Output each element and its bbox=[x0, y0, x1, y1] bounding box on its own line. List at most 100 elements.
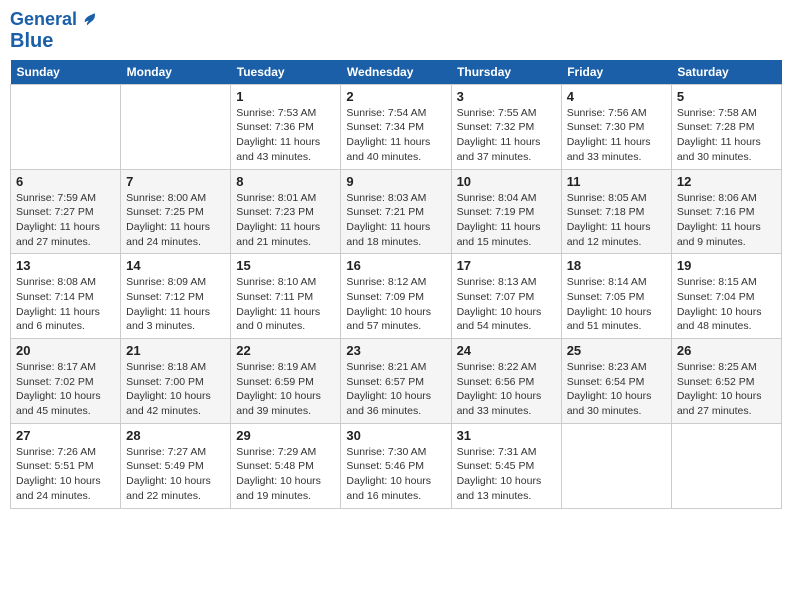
calendar-cell: 30 Sunrise: 7:30 AMSunset: 5:46 PMDayligh… bbox=[341, 423, 451, 508]
day-info: Sunrise: 8:04 AMSunset: 7:19 PMDaylight:… bbox=[457, 191, 556, 250]
day-number: 22 bbox=[236, 343, 335, 358]
day-info: Sunrise: 8:15 AMSunset: 7:04 PMDaylight:… bbox=[677, 275, 776, 334]
day-number: 10 bbox=[457, 174, 556, 189]
logo-blue-text: Blue bbox=[10, 30, 53, 52]
calendar-cell: 22 Sunrise: 8:19 AMSunset: 6:59 PMDayligh… bbox=[231, 339, 341, 424]
day-info: Sunrise: 7:27 AMSunset: 5:49 PMDaylight:… bbox=[126, 445, 225, 504]
day-info: Sunrise: 8:13 AMSunset: 7:07 PMDaylight:… bbox=[457, 275, 556, 334]
logo-text: General bbox=[10, 10, 77, 30]
day-info: Sunrise: 8:18 AMSunset: 7:00 PMDaylight:… bbox=[126, 360, 225, 419]
day-info: Sunrise: 7:59 AMSunset: 7:27 PMDaylight:… bbox=[16, 191, 115, 250]
calendar-cell: 25 Sunrise: 8:23 AMSunset: 6:54 PMDayligh… bbox=[561, 339, 671, 424]
calendar-cell: 16 Sunrise: 8:12 AMSunset: 7:09 PMDayligh… bbox=[341, 254, 451, 339]
day-info: Sunrise: 8:10 AMSunset: 7:11 PMDaylight:… bbox=[236, 275, 335, 334]
day-number: 26 bbox=[677, 343, 776, 358]
day-number: 16 bbox=[346, 258, 445, 273]
calendar-cell: 6 Sunrise: 7:59 AMSunset: 7:27 PMDaylight… bbox=[11, 169, 121, 254]
calendar-cell: 4 Sunrise: 7:56 AMSunset: 7:30 PMDaylight… bbox=[561, 84, 671, 169]
calendar-cell: 28 Sunrise: 7:27 AMSunset: 5:49 PMDayligh… bbox=[121, 423, 231, 508]
day-number: 13 bbox=[16, 258, 115, 273]
calendar-cell: 19 Sunrise: 8:15 AMSunset: 7:04 PMDayligh… bbox=[671, 254, 781, 339]
calendar-cell: 31Sunrise: 7:31 AMSunset: 5:45 PMDayligh… bbox=[451, 423, 561, 508]
day-number: 7 bbox=[126, 174, 225, 189]
calendar-cell: 15 Sunrise: 8:10 AMSunset: 7:11 PMDayligh… bbox=[231, 254, 341, 339]
day-number: 30 bbox=[346, 428, 445, 443]
day-info: Sunrise: 7:53 AMSunset: 7:36 PMDaylight:… bbox=[236, 106, 335, 165]
calendar-cell: 12Sunrise: 8:06 AMSunset: 7:16 PMDayligh… bbox=[671, 169, 781, 254]
calendar-cell: 27Sunrise: 7:26 AMSunset: 5:51 PMDayligh… bbox=[11, 423, 121, 508]
logo-bird-icon bbox=[79, 11, 97, 29]
day-info: Sunrise: 8:00 AMSunset: 7:25 PMDaylight:… bbox=[126, 191, 225, 250]
calendar-cell bbox=[671, 423, 781, 508]
day-number: 1 bbox=[236, 89, 335, 104]
calendar-cell: 3 Sunrise: 7:55 AMSunset: 7:32 PMDaylight… bbox=[451, 84, 561, 169]
weekday-header-wednesday: Wednesday bbox=[341, 60, 451, 85]
weekday-header-monday: Monday bbox=[121, 60, 231, 85]
day-info: Sunrise: 8:01 AMSunset: 7:23 PMDaylight:… bbox=[236, 191, 335, 250]
day-number: 3 bbox=[457, 89, 556, 104]
day-number: 31 bbox=[457, 428, 556, 443]
day-info: Sunrise: 8:14 AMSunset: 7:05 PMDaylight:… bbox=[567, 275, 666, 334]
day-number: 23 bbox=[346, 343, 445, 358]
day-info: Sunrise: 8:03 AMSunset: 7:21 PMDaylight:… bbox=[346, 191, 445, 250]
weekday-header-sunday: Sunday bbox=[11, 60, 121, 85]
day-number: 18 bbox=[567, 258, 666, 273]
calendar-cell: 21 Sunrise: 8:18 AMSunset: 7:00 PMDayligh… bbox=[121, 339, 231, 424]
calendar-cell: 26 Sunrise: 8:25 AMSunset: 6:52 PMDayligh… bbox=[671, 339, 781, 424]
calendar-cell: 5 Sunrise: 7:58 AMSunset: 7:28 PMDaylight… bbox=[671, 84, 781, 169]
day-number: 15 bbox=[236, 258, 335, 273]
day-info: Sunrise: 8:19 AMSunset: 6:59 PMDaylight:… bbox=[236, 360, 335, 419]
day-number: 9 bbox=[346, 174, 445, 189]
day-number: 4 bbox=[567, 89, 666, 104]
day-number: 21 bbox=[126, 343, 225, 358]
logo: General Blue bbox=[10, 10, 97, 52]
day-number: 20 bbox=[16, 343, 115, 358]
day-number: 5 bbox=[677, 89, 776, 104]
day-number: 17 bbox=[457, 258, 556, 273]
day-number: 2 bbox=[346, 89, 445, 104]
weekday-header-saturday: Saturday bbox=[671, 60, 781, 85]
calendar-cell: 8 Sunrise: 8:01 AMSunset: 7:23 PMDaylight… bbox=[231, 169, 341, 254]
calendar-cell: 7 Sunrise: 8:00 AMSunset: 7:25 PMDaylight… bbox=[121, 169, 231, 254]
day-number: 25 bbox=[567, 343, 666, 358]
calendar-cell: 29 Sunrise: 7:29 AMSunset: 5:48 PMDayligh… bbox=[231, 423, 341, 508]
calendar-cell bbox=[11, 84, 121, 169]
calendar-cell bbox=[561, 423, 671, 508]
calendar-cell bbox=[121, 84, 231, 169]
day-number: 29 bbox=[236, 428, 335, 443]
calendar-cell: 23 Sunrise: 8:21 AMSunset: 6:57 PMDayligh… bbox=[341, 339, 451, 424]
day-info: Sunrise: 7:29 AMSunset: 5:48 PMDaylight:… bbox=[236, 445, 335, 504]
day-number: 24 bbox=[457, 343, 556, 358]
calendar-cell: 2 Sunrise: 7:54 AMSunset: 7:34 PMDaylight… bbox=[341, 84, 451, 169]
calendar-cell: 17 Sunrise: 8:13 AMSunset: 7:07 PMDayligh… bbox=[451, 254, 561, 339]
day-info: Sunrise: 8:21 AMSunset: 6:57 PMDaylight:… bbox=[346, 360, 445, 419]
day-info: Sunrise: 7:55 AMSunset: 7:32 PMDaylight:… bbox=[457, 106, 556, 165]
day-info: Sunrise: 7:56 AMSunset: 7:30 PMDaylight:… bbox=[567, 106, 666, 165]
day-number: 14 bbox=[126, 258, 225, 273]
day-info: Sunrise: 8:05 AMSunset: 7:18 PMDaylight:… bbox=[567, 191, 666, 250]
day-number: 28 bbox=[126, 428, 225, 443]
day-number: 12 bbox=[677, 174, 776, 189]
day-info: Sunrise: 8:25 AMSunset: 6:52 PMDaylight:… bbox=[677, 360, 776, 419]
day-info: Sunrise: 8:09 AMSunset: 7:12 PMDaylight:… bbox=[126, 275, 225, 334]
day-info: Sunrise: 7:58 AMSunset: 7:28 PMDaylight:… bbox=[677, 106, 776, 165]
calendar-cell: 14 Sunrise: 8:09 AMSunset: 7:12 PMDayligh… bbox=[121, 254, 231, 339]
day-info: Sunrise: 8:23 AMSunset: 6:54 PMDaylight:… bbox=[567, 360, 666, 419]
page-header: General Blue bbox=[10, 10, 782, 52]
calendar-cell: 24 Sunrise: 8:22 AMSunset: 6:56 PMDayligh… bbox=[451, 339, 561, 424]
day-info: Sunrise: 7:54 AMSunset: 7:34 PMDaylight:… bbox=[346, 106, 445, 165]
calendar-cell: 9 Sunrise: 8:03 AMSunset: 7:21 PMDaylight… bbox=[341, 169, 451, 254]
calendar-cell: 1 Sunrise: 7:53 AMSunset: 7:36 PMDaylight… bbox=[231, 84, 341, 169]
day-info: Sunrise: 7:30 AMSunset: 5:46 PMDaylight:… bbox=[346, 445, 445, 504]
calendar-cell: 13 Sunrise: 8:08 AMSunset: 7:14 PMDayligh… bbox=[11, 254, 121, 339]
calendar-cell: 10 Sunrise: 8:04 AMSunset: 7:19 PMDayligh… bbox=[451, 169, 561, 254]
day-number: 6 bbox=[16, 174, 115, 189]
day-info: Sunrise: 8:22 AMSunset: 6:56 PMDaylight:… bbox=[457, 360, 556, 419]
day-number: 19 bbox=[677, 258, 776, 273]
calendar-cell: 20Sunrise: 8:17 AMSunset: 7:02 PMDayligh… bbox=[11, 339, 121, 424]
day-info: Sunrise: 8:12 AMSunset: 7:09 PMDaylight:… bbox=[346, 275, 445, 334]
day-number: 8 bbox=[236, 174, 335, 189]
day-info: Sunrise: 8:08 AMSunset: 7:14 PMDaylight:… bbox=[16, 275, 115, 334]
weekday-header-tuesday: Tuesday bbox=[231, 60, 341, 85]
calendar-cell: 18 Sunrise: 8:14 AMSunset: 7:05 PMDayligh… bbox=[561, 254, 671, 339]
